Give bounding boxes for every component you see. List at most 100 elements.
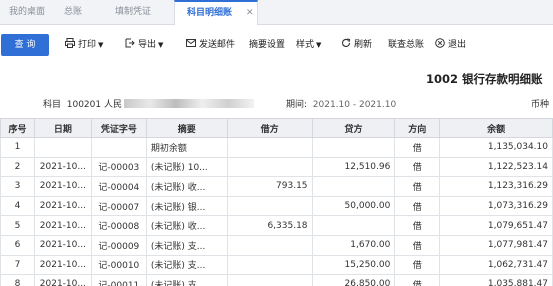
print-button[interactable]: 打印 ▼ — [65, 37, 103, 53]
cell-debit — [226, 156, 313, 178]
subject-info: 科目 100201 人民 — [43, 97, 254, 110]
tab-label: 科目明细账 — [187, 8, 233, 18]
col-header-summary[interactable]: 摘要 — [145, 118, 228, 138]
col-header-direction[interactable]: 方向 — [394, 118, 441, 138]
cell-date: 2021-10... — [33, 274, 92, 286]
cell-summary: (未记账) 支... — [145, 234, 228, 256]
cell-date: 2021-10... — [33, 156, 92, 178]
cell-no: 6 — [0, 234, 35, 256]
cell-debit: 793.15 — [226, 176, 313, 197]
cell-credit: 50,000.00 — [311, 195, 396, 217]
table-row[interactable]: 8 2021-10... 记-00011 (未记账) 支... 26,850.0… — [0, 274, 553, 286]
cell-direction: 借 — [394, 254, 441, 276]
summary-settings-button[interactable]: 摘要设置 — [249, 37, 285, 53]
table-row[interactable]: 7 2021-10... 记-00010 (未记账) 支... 15,250.0… — [0, 254, 553, 276]
cell-voucher[interactable] — [90, 137, 147, 158]
refresh-label: 刷新 — [354, 40, 373, 50]
cell-balance: 1,079,651.47 — [439, 215, 553, 236]
col-header-balance[interactable]: 余额 — [439, 118, 553, 138]
export-button[interactable]: 导出 ▼ — [125, 37, 163, 53]
mail-icon — [186, 39, 196, 47]
cell-direction: 借 — [394, 156, 441, 178]
cell-voucher[interactable]: 记-00011 — [90, 274, 147, 286]
period-value: 2021.10 - 2021.10 — [312, 100, 397, 110]
tab-bar: 我的桌面 总账 填制凭证 科目明细账 ✕ — [0, 0, 553, 26]
cell-balance: 1,122,523.14 — [439, 156, 553, 178]
cell-no: 4 — [0, 195, 35, 217]
cell-date: 2021-10... — [33, 254, 92, 276]
col-header-debit[interactable]: 借方 — [226, 118, 313, 138]
cell-direction: 借 — [394, 137, 441, 158]
cell-direction: 借 — [394, 215, 441, 236]
tab-my-desktop[interactable]: 我的桌面 — [9, 0, 45, 25]
table-row[interactable]: 5 2021-10... 记-00008 (未记账) 收... 6,335.18… — [0, 215, 553, 236]
cell-date: 2021-10... — [33, 215, 92, 236]
cell-no: 2 — [0, 156, 35, 178]
query-button[interactable]: 查 询 — [1, 34, 49, 56]
cell-summary: (未记账) 支... — [145, 274, 228, 286]
cell-debit — [226, 234, 313, 256]
cell-direction: 借 — [394, 195, 441, 217]
currency-info: 币种 — [531, 97, 549, 110]
cell-voucher[interactable]: 记-00008 — [90, 215, 147, 236]
cell-summary: (未记账) 收... — [145, 215, 228, 236]
subject-label: 科目 — [43, 100, 62, 110]
subject-value: 100201 人民 — [66, 100, 122, 110]
cell-summary: (未记账) 收... — [145, 176, 228, 197]
cell-date: 2021-10... — [33, 176, 92, 197]
table-row[interactable]: 2 2021-10... 记-00003 (未记账) 10... 12,510.… — [0, 156, 553, 178]
cell-balance: 1,123,316.29 — [439, 176, 553, 197]
tab-general-ledger[interactable]: 总账 — [64, 0, 82, 25]
cell-date: 2021-10... — [33, 234, 92, 256]
cell-debit — [226, 137, 313, 158]
cell-summary: 期初余额 — [145, 137, 228, 158]
chevron-down-icon: ▼ — [316, 41, 322, 49]
style-label: 样式 — [296, 40, 315, 50]
cell-no: 1 — [0, 137, 35, 158]
cell-credit: 1,670.00 — [311, 234, 396, 256]
cell-credit: 26,850.00 — [311, 274, 396, 286]
col-header-no[interactable]: 序号 — [0, 118, 35, 138]
export-icon — [125, 38, 135, 48]
cell-no: 8 — [0, 274, 35, 286]
cell-voucher[interactable]: 记-00004 — [90, 176, 147, 197]
close-icon[interactable]: ✕ — [246, 2, 254, 24]
tab-subject-detail-ledger[interactable]: 科目明细账 ✕ — [174, 0, 258, 26]
table-row[interactable]: 4 2021-10... 记-00007 (未记账) 银... 50,000.0… — [0, 195, 553, 217]
table-row[interactable]: 6 2021-10... 记-00009 (未记账) 支... 1,670.00… — [0, 234, 553, 256]
cell-credit: 12,510.96 — [311, 156, 396, 178]
table-header-row: 序号 日期 凭证字号 摘要 借方 贷方 方向 余额 — [0, 118, 553, 138]
printer-icon — [65, 38, 75, 48]
toolbar: 查 询 打印 ▼ 导出 ▼ 发送邮件 摘要设置 样式 ▼ 刷新 联查总账 退出 — [0, 25, 553, 63]
cell-voucher[interactable]: 记-00003 — [90, 156, 147, 178]
cell-date: 2021-10... — [33, 195, 92, 217]
cell-summary: (未记账) 支... — [145, 254, 228, 276]
chevron-down-icon: ▼ — [158, 41, 164, 49]
ledger-table: 序号 日期 凭证字号 摘要 借方 贷方 方向 余额 1 期初余额 借 1,135… — [0, 118, 553, 286]
cell-debit: 6,335.18 — [226, 215, 313, 236]
print-label: 打印 — [78, 40, 97, 50]
send-mail-button[interactable]: 发送邮件 — [186, 37, 235, 53]
cell-no: 7 — [0, 254, 35, 276]
style-button[interactable]: 样式 ▼ — [296, 37, 321, 53]
cell-voucher[interactable]: 记-00007 — [90, 195, 147, 217]
col-header-credit[interactable]: 贷方 — [311, 118, 396, 138]
cell-direction: 借 — [394, 274, 441, 286]
col-header-date[interactable]: 日期 — [33, 118, 92, 138]
cell-voucher[interactable]: 记-00010 — [90, 254, 147, 276]
cell-balance: 1,077,981.47 — [439, 234, 553, 256]
ledger-lookup-button[interactable]: 联查总账 — [388, 37, 424, 53]
table-row[interactable]: 3 2021-10... 记-00004 (未记账) 收... 793.15 借… — [0, 176, 553, 197]
cell-balance: 1,062,731.47 — [439, 254, 553, 276]
currency-label: 币种 — [531, 100, 550, 110]
cell-no: 5 — [0, 215, 35, 236]
tab-fill-voucher[interactable]: 填制凭证 — [115, 0, 151, 25]
col-header-voucher[interactable]: 凭证字号 — [90, 118, 147, 138]
table-row[interactable]: 1 期初余额 借 1,135,034.10 — [0, 137, 553, 158]
cell-voucher[interactable]: 记-00009 — [90, 234, 147, 256]
export-label: 导出 — [138, 40, 157, 50]
report-title: 1002 银行存款明细账 — [426, 72, 543, 86]
refresh-button[interactable]: 刷新 — [341, 37, 372, 53]
period-info: 期间: 2021.10 - 2021.10 — [286, 97, 396, 110]
exit-button[interactable]: 退出 — [435, 37, 466, 53]
